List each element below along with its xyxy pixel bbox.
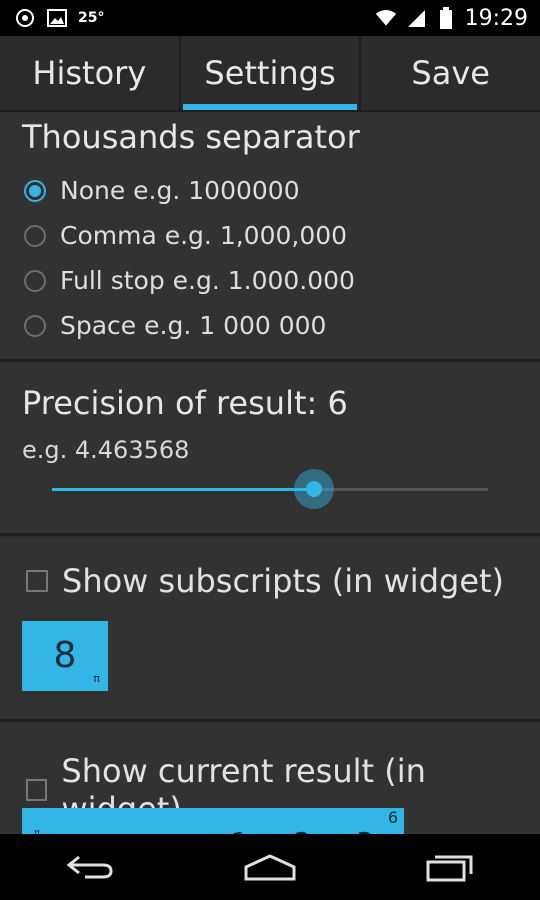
tab-history[interactable]: History xyxy=(0,36,181,110)
navigation-bar xyxy=(0,834,540,900)
radio-unchecked-icon[interactable] xyxy=(24,269,46,292)
thousands-separator-title: Thousands separator xyxy=(22,118,360,156)
separator-option-label: Comma e.g. 1,000,000 xyxy=(60,221,348,250)
back-icon[interactable] xyxy=(60,847,120,887)
radio-checked-icon[interactable] xyxy=(24,179,46,202)
separator-option-space[interactable]: Space e.g. 1 000 000 xyxy=(24,311,326,340)
show-subscripts-option[interactable]: Show subscripts (in widget) xyxy=(26,562,504,600)
media-icon xyxy=(14,7,36,29)
checkbox-unchecked-icon[interactable] xyxy=(26,779,48,801)
recents-icon[interactable] xyxy=(420,847,480,887)
slider-fill xyxy=(52,488,314,491)
image-icon xyxy=(46,7,68,29)
tab-history-label: History xyxy=(32,54,147,92)
temperature-text: 25° xyxy=(78,10,105,26)
separator-option-label: Full stop e.g. 1.000.000 xyxy=(60,266,355,295)
settings-screen: 25° 19:29 History Settings Save Thousand… xyxy=(0,0,540,900)
result-preview-superscript: 6 xyxy=(387,808,398,827)
tab-save[interactable]: Save xyxy=(361,36,540,110)
show-subscripts-label: Show subscripts (in widget) xyxy=(62,562,505,600)
slider-thumb[interactable] xyxy=(293,469,334,509)
precision-section: Precision of result: 6 e.g. 4.463568 xyxy=(0,364,540,536)
widget-preview-value: 8 xyxy=(53,635,77,676)
signal-icon xyxy=(405,7,427,29)
status-bar: 25° 19:29 xyxy=(0,0,540,36)
separator-option-label: Space e.g. 1 000 000 xyxy=(60,311,327,340)
show-subscripts-section: Show subscripts (in widget) 8 π xyxy=(0,538,540,722)
subscripts-widget-preview: 8 π xyxy=(22,621,108,691)
clock-text: 19:29 xyxy=(464,5,528,31)
tab-save-label: Save xyxy=(411,54,490,92)
separator-option-none[interactable]: None e.g. 1000000 xyxy=(24,176,300,205)
battery-icon xyxy=(435,7,457,29)
tab-settings-label: Settings xyxy=(204,54,336,92)
show-current-result-section: Show current result (in widget) π 6 1 2 … xyxy=(0,724,540,838)
separator-option-full-stop[interactable]: Full stop e.g. 1.000.000 xyxy=(24,266,355,295)
precision-slider[interactable] xyxy=(52,469,488,509)
separator-option-label: None e.g. 1000000 xyxy=(60,176,300,205)
widget-preview-subscript: π xyxy=(93,672,100,685)
tab-bar: History Settings Save xyxy=(0,36,540,112)
thousands-separator-section: Thousands separator None e.g. 1000000 Co… xyxy=(0,112,540,362)
home-icon[interactable] xyxy=(240,847,300,887)
wifi-icon xyxy=(375,7,397,29)
radio-unchecked-icon[interactable] xyxy=(24,224,46,247)
separator-option-comma[interactable]: Comma e.g. 1,000,000 xyxy=(24,221,347,250)
precision-title: Precision of result: 6 xyxy=(22,384,348,422)
precision-example: e.g. 4.463568 xyxy=(22,436,190,464)
radio-unchecked-icon[interactable] xyxy=(24,314,46,337)
tab-settings[interactable]: Settings xyxy=(181,36,362,110)
checkbox-unchecked-icon[interactable] xyxy=(26,570,48,592)
